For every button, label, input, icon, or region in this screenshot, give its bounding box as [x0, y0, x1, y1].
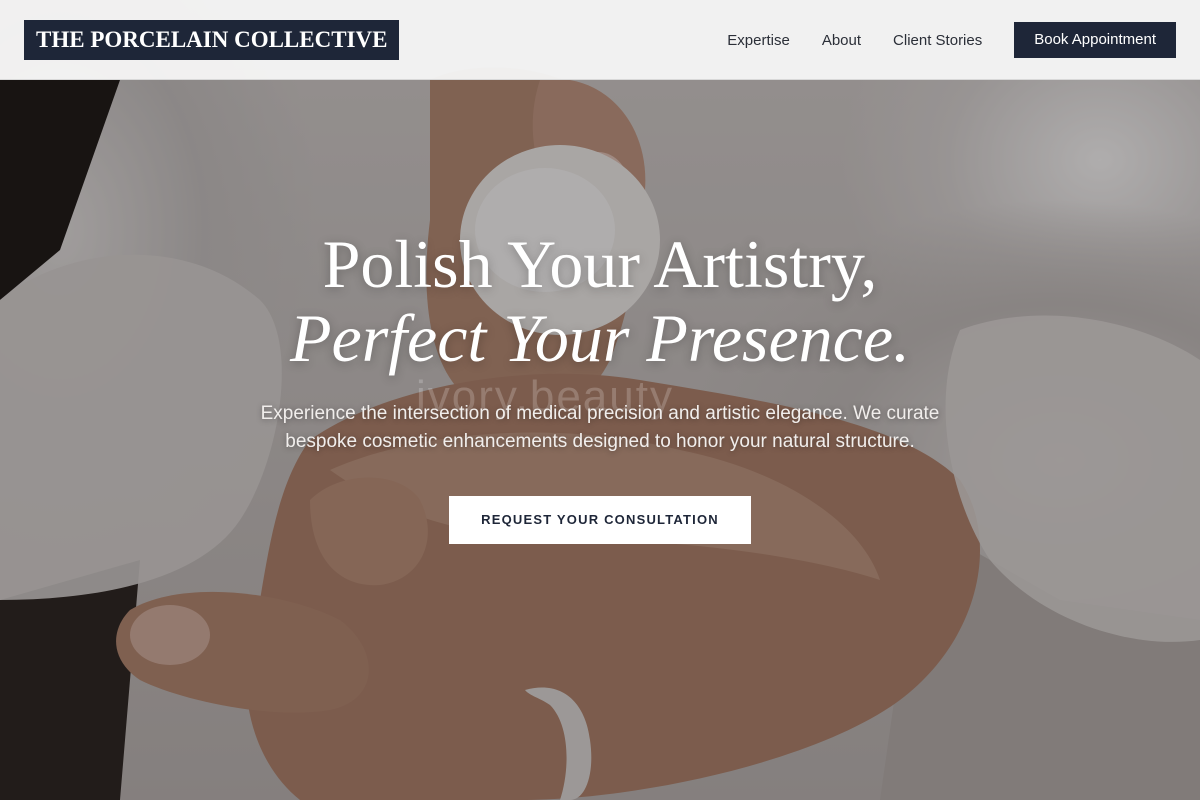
book-appointment-button[interactable]: Book Appointment	[1014, 22, 1176, 58]
hero-headline-line-2: Perfect Your Presence.	[289, 300, 911, 376]
site-header: THE PORCELAIN COLLECTIVE Expertise About…	[0, 0, 1200, 80]
request-consultation-button[interactable]: REQUEST YOUR CONSULTATION	[449, 496, 751, 544]
site-logo[interactable]: THE PORCELAIN COLLECTIVE	[24, 20, 400, 60]
hero-subtext: Experience the intersection of medical p…	[260, 403, 940, 452]
nav-link-about[interactable]: About	[822, 32, 861, 49]
hero-section: Polish Your Artistry, Perfect Your Prese…	[200, 226, 1000, 544]
main-nav: Expertise About Client Stories Book Appo…	[727, 22, 1176, 58]
landing-page: ivory.beauty THE PORCELAIN COLLECTIVE Ex…	[0, 0, 1200, 800]
nav-link-client-stories[interactable]: Client Stories	[893, 32, 982, 49]
nav-link-expertise[interactable]: Expertise	[727, 32, 790, 49]
hero-headline-line-1: Polish Your Artistry,	[322, 226, 878, 302]
